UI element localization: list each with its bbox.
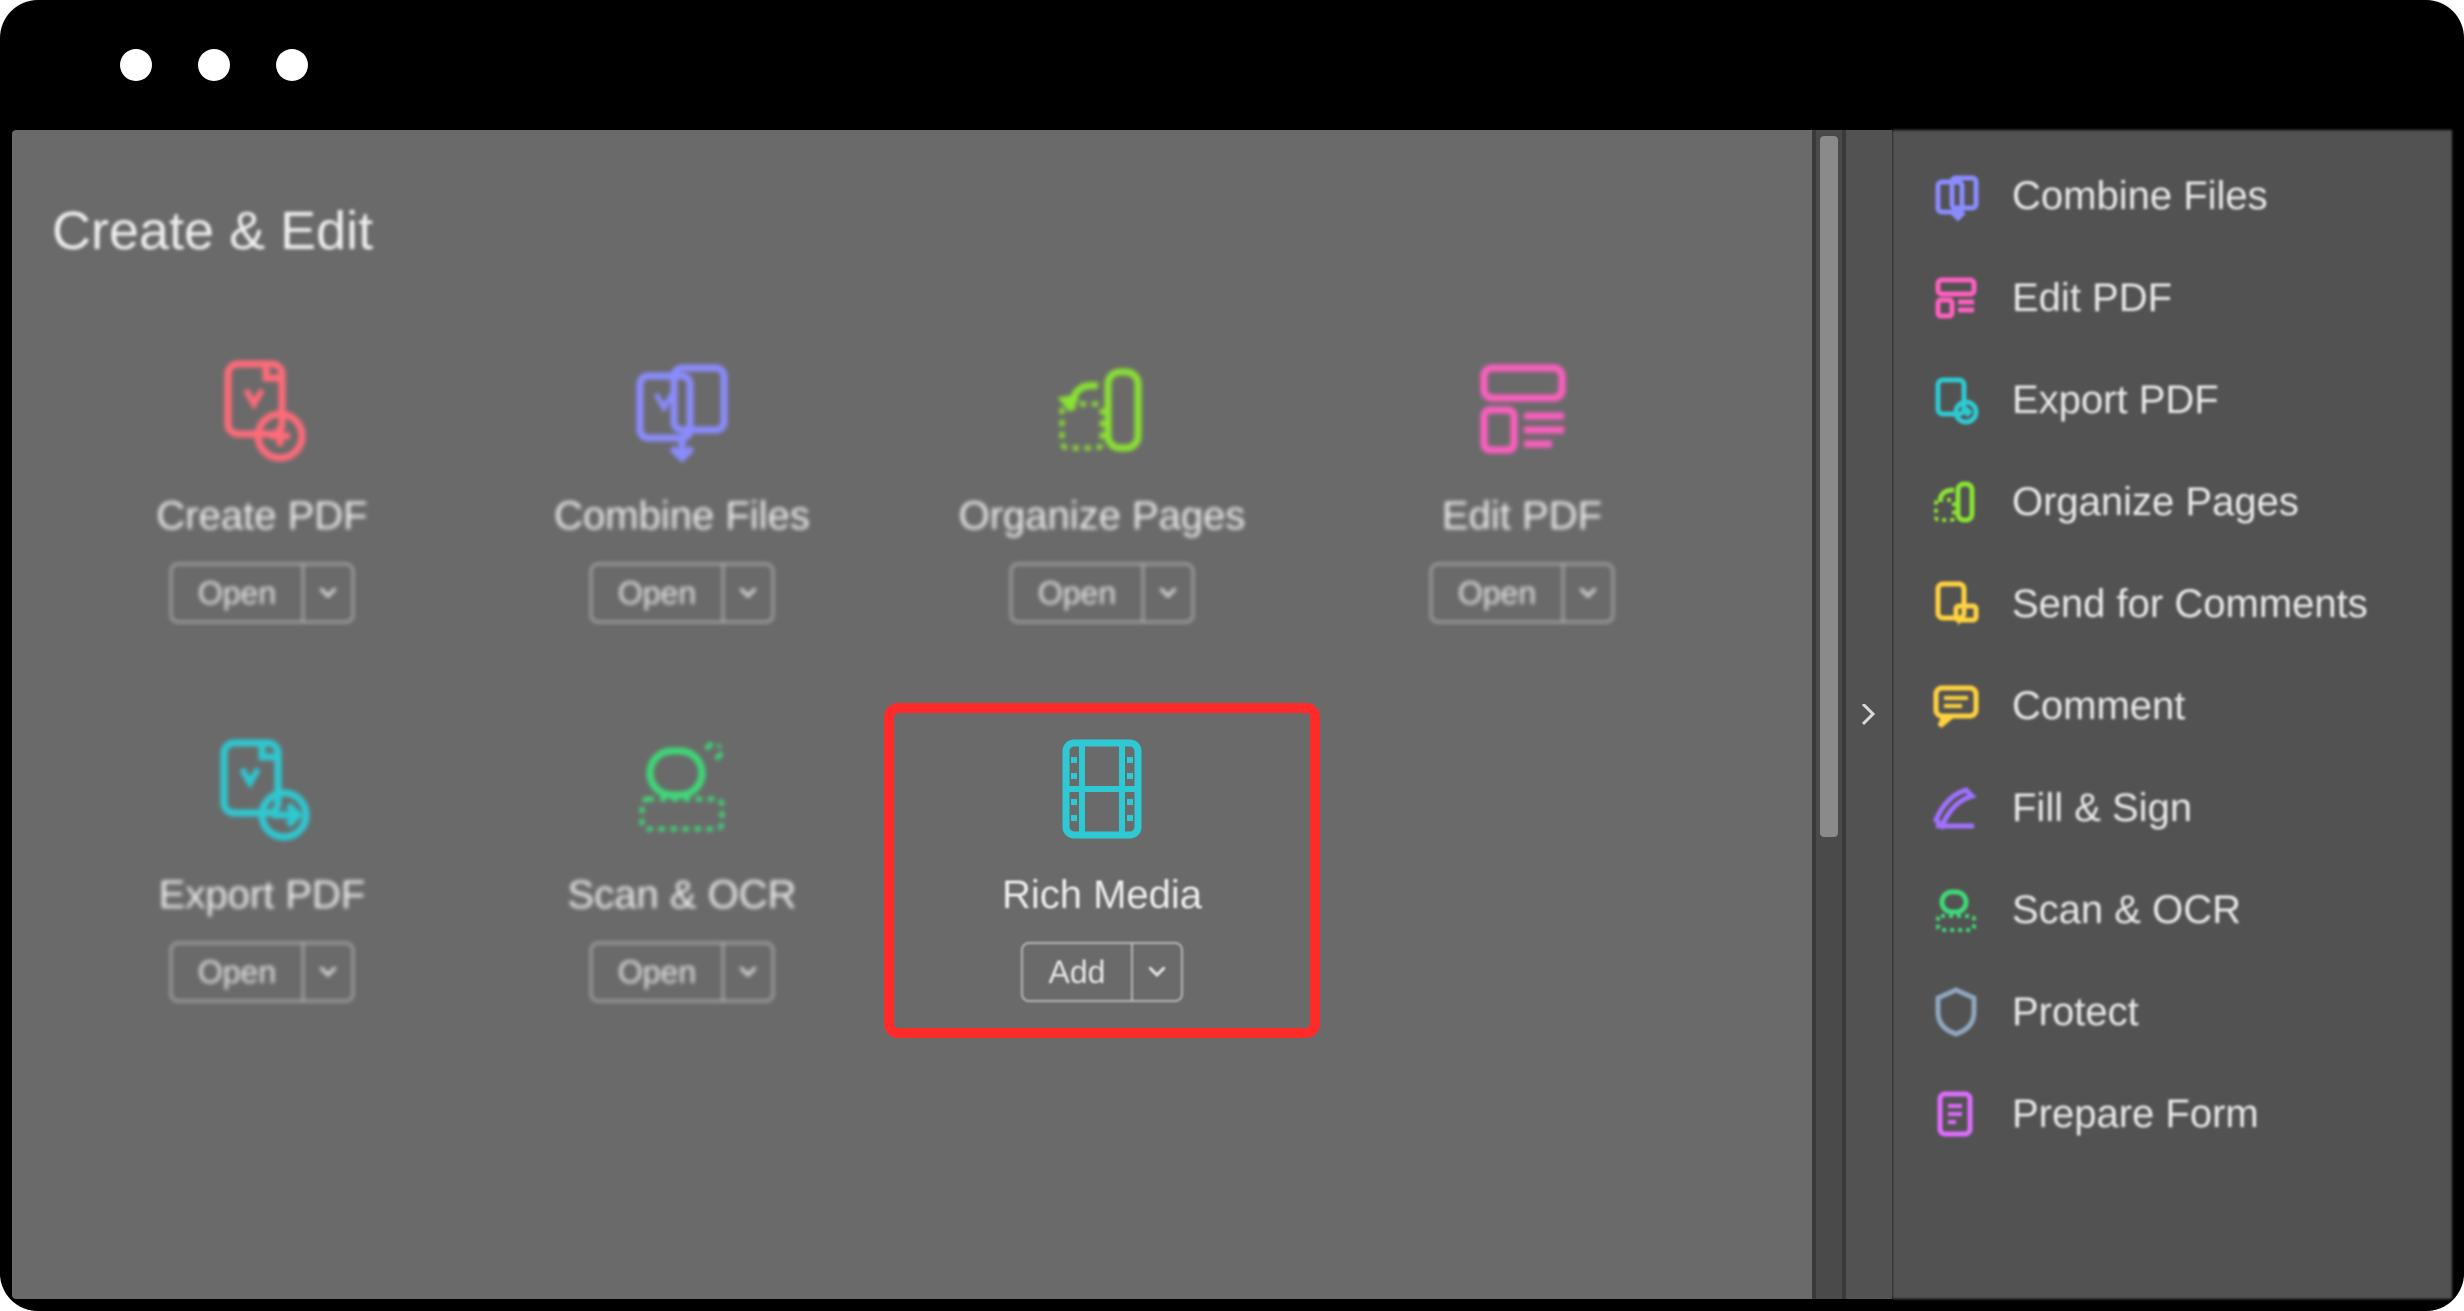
app-window: Create & Edit Create PDF Open — [0, 0, 2464, 1311]
scan-ocr-icon — [622, 729, 742, 849]
sidebar-item-label: Organize Pages — [2012, 480, 2299, 525]
export-pdf-icon — [202, 729, 322, 849]
sidebar-item-scan-ocr[interactable]: Scan & OCR — [1892, 868, 2452, 952]
tool-add-split-button[interactable]: Add — [1021, 942, 1184, 1002]
sidebar-item-edit-pdf[interactable]: Edit PDF — [1892, 256, 2452, 340]
tool-label: Export PDF — [159, 873, 366, 918]
combine-files-icon — [622, 350, 742, 470]
organize-pages-icon — [1928, 474, 1984, 530]
tool-open-split-button[interactable]: Open — [1010, 563, 1194, 623]
section-title: Create & Edit — [52, 200, 1772, 262]
sidebar-item-label: Export PDF — [2012, 378, 2219, 423]
sidebar-expand-handle[interactable] — [1846, 130, 1892, 1299]
create-pdf-icon — [202, 350, 322, 470]
open-button-dropdown[interactable] — [1564, 565, 1612, 621]
send-for-comments-icon — [1928, 576, 1984, 632]
open-button-label[interactable]: Open — [172, 944, 304, 1000]
export-pdf-icon — [1928, 372, 1984, 428]
prepare-form-icon — [1928, 1086, 1984, 1142]
sidebar-item-label: Edit PDF — [2012, 276, 2172, 321]
tool-label: Organize Pages — [959, 494, 1246, 539]
tool-open-split-button[interactable]: Open — [1430, 563, 1614, 623]
sidebar-item-prepare-form[interactable]: Prepare Form — [1892, 1072, 2452, 1156]
tool-open-split-button[interactable]: Open — [590, 942, 774, 1002]
tool-label: Combine Files — [554, 494, 810, 539]
open-button-label[interactable]: Open — [1012, 565, 1144, 621]
open-button-label[interactable]: Open — [1432, 565, 1564, 621]
sidebar-item-label: Send for Comments — [2012, 582, 2368, 627]
tool-open-split-button[interactable]: Open — [590, 563, 774, 623]
tool-export-pdf[interactable]: Export PDF Open — [52, 711, 472, 1030]
tool-label: Scan & OCR — [568, 873, 797, 918]
open-button-dropdown[interactable] — [304, 565, 352, 621]
edit-pdf-icon — [1462, 350, 1582, 470]
sidebar-item-comment[interactable]: Comment — [1892, 664, 2452, 748]
open-button-label[interactable]: Open — [592, 565, 724, 621]
add-button-label[interactable]: Add — [1023, 944, 1134, 1000]
tool-combine-files[interactable]: Combine Files Open — [472, 332, 892, 651]
open-button-dropdown[interactable] — [1144, 565, 1192, 621]
edit-pdf-icon — [1928, 270, 1984, 326]
sidebar-item-protect[interactable]: Protect — [1892, 970, 2452, 1054]
window-titlebar — [0, 0, 2464, 130]
rich-media-icon — [1042, 729, 1162, 849]
organize-pages-icon — [1042, 350, 1162, 470]
tool-create-pdf[interactable]: Create PDF Open — [52, 332, 472, 651]
tools-pane: Create & Edit Create PDF Open — [12, 130, 1812, 1299]
sidebar-item-label: Scan & OCR — [2012, 888, 2241, 933]
client-area: Create & Edit Create PDF Open — [0, 130, 2464, 1311]
open-button-dropdown[interactable] — [724, 944, 772, 1000]
window-zoom-button[interactable] — [276, 49, 308, 81]
sidebar-item-label: Comment — [2012, 684, 2185, 729]
open-button-label[interactable]: Open — [592, 944, 724, 1000]
sidebar-item-organize-pages[interactable]: Organize Pages — [1892, 460, 2452, 544]
tool-label: Create PDF — [156, 494, 367, 539]
sidebar-item-export-pdf[interactable]: Export PDF — [1892, 358, 2452, 442]
combine-files-icon — [1928, 168, 1984, 224]
sidebar-item-label: Prepare Form — [2012, 1092, 2259, 1137]
tool-scan-ocr[interactable]: Scan & OCR Open — [472, 711, 892, 1030]
open-button-label[interactable]: Open — [172, 565, 304, 621]
sidebar-item-label: Protect — [2012, 990, 2139, 1035]
window-close-button[interactable] — [120, 49, 152, 81]
tool-label: Edit PDF — [1442, 494, 1602, 539]
tool-grid: Create PDF Open Combine Files — [52, 332, 1772, 1030]
window-minimize-button[interactable] — [198, 49, 230, 81]
comment-icon — [1928, 678, 1984, 734]
sidebar-item-combine-files[interactable]: Combine Files — [1892, 154, 2452, 238]
add-button-dropdown[interactable] — [1133, 944, 1181, 1000]
vertical-scrollbar[interactable] — [1812, 130, 1846, 1299]
open-button-dropdown[interactable] — [304, 944, 352, 1000]
tool-edit-pdf[interactable]: Edit PDF Open — [1312, 332, 1732, 651]
tool-label: Rich Media — [1002, 873, 1202, 918]
tool-organize-pages[interactable]: Organize Pages Open — [892, 332, 1312, 651]
open-button-dropdown[interactable] — [724, 565, 772, 621]
scan-ocr-icon — [1928, 882, 1984, 938]
protect-icon — [1928, 984, 1984, 1040]
sidebar-item-label: Fill & Sign — [2012, 786, 2192, 831]
sidebar-item-send-for-comments[interactable]: Send for Comments — [1892, 562, 2452, 646]
sidebar-item-label: Combine Files — [2012, 174, 2268, 219]
tool-rich-media[interactable]: Rich Media Add — [892, 711, 1312, 1030]
tools-sidebar: Combine Files Edit PDF Export PDF Organi… — [1892, 130, 2452, 1299]
fill-sign-icon — [1928, 780, 1984, 836]
tool-open-split-button[interactable]: Open — [170, 563, 354, 623]
sidebar-item-fill-sign[interactable]: Fill & Sign — [1892, 766, 2452, 850]
scrollbar-thumb[interactable] — [1820, 136, 1838, 837]
tool-open-split-button[interactable]: Open — [170, 942, 354, 1002]
